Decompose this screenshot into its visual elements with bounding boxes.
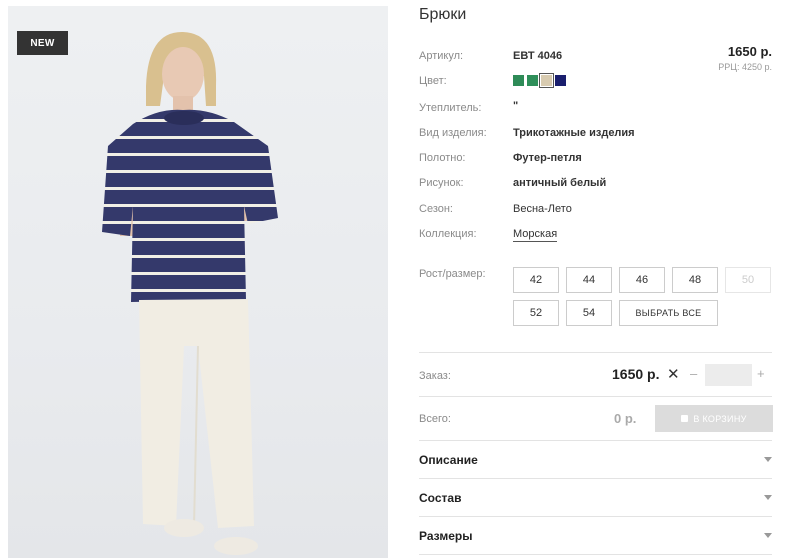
size-option-48[interactable]: 48 — [672, 267, 718, 293]
product-price: 1650 р. — [727, 44, 772, 59]
fabric-value: Футер-петля — [513, 152, 582, 164]
cart-icon — [681, 415, 689, 422]
total-value: 0 р. — [614, 411, 637, 426]
pattern-value: античный белый — [513, 177, 607, 189]
accordion-sizes[interactable]: Размеры — [419, 529, 472, 543]
new-badge: NEW — [17, 31, 68, 55]
color-swatch-green[interactable] — [513, 75, 524, 86]
color-swatch-navy[interactable] — [555, 75, 566, 86]
multiply-icon: ✕ — [667, 366, 680, 383]
article-label: Артикул: — [419, 50, 464, 62]
chevron-down-icon[interactable] — [764, 457, 772, 462]
total-label: Всего: — [419, 413, 451, 425]
select-all-sizes-button[interactable]: ВЫБРАТЬ ВСЕ — [619, 300, 718, 326]
insulation-value: " — [513, 100, 519, 112]
decrease-quantity-button[interactable]: – — [690, 366, 697, 381]
product-model-illustration — [102, 31, 278, 555]
product-type-label: Вид изделия: — [419, 127, 487, 139]
size-option-54[interactable]: 54 — [566, 300, 612, 326]
article-value: ЕВТ 4046 — [513, 50, 563, 62]
quantity-input[interactable] — [705, 364, 752, 386]
accordion-composition[interactable]: Состав — [419, 491, 461, 505]
divider — [419, 554, 772, 555]
product-photo[interactable]: NEW — [8, 6, 388, 558]
product-title: Брюки — [419, 6, 467, 23]
divider — [419, 478, 772, 479]
divider — [419, 516, 772, 517]
add-to-cart-label: В КОРЗИНУ — [693, 413, 747, 424]
add-to-cart-button[interactable]: В КОРЗИНУ — [655, 405, 773, 432]
season-value: Весна-Лето — [513, 203, 572, 215]
divider — [419, 440, 772, 441]
divider — [419, 352, 772, 353]
fabric-label: Полотно: — [419, 152, 466, 164]
increase-quantity-button[interactable]: + — [757, 366, 765, 381]
size-option-42[interactable]: 42 — [513, 267, 559, 293]
insulation-label: Утеплитель: — [419, 102, 482, 114]
order-unit-price: 1650 р. — [612, 366, 660, 382]
color-swatches — [513, 73, 566, 88]
size-option-52[interactable]: 52 — [513, 300, 559, 326]
accordion-description[interactable]: Описание — [419, 453, 478, 467]
size-option-46[interactable]: 46 — [619, 267, 665, 293]
color-swatch-beige[interactable] — [539, 73, 554, 88]
color-swatch-green-2[interactable] — [527, 75, 538, 86]
pattern-label: Рисунок: — [419, 177, 464, 189]
product-type-value: Трикотажные изделия — [513, 127, 635, 139]
size-option-50: 50 — [725, 267, 771, 293]
color-label: Цвет: — [419, 75, 447, 87]
chevron-down-icon[interactable] — [764, 495, 772, 500]
size-option-44[interactable]: 44 — [566, 267, 612, 293]
order-label: Заказ: — [419, 370, 451, 382]
collection-label: Коллекция: — [419, 228, 477, 240]
season-label: Сезон: — [419, 203, 453, 215]
recommended-retail-price: РРЦ: 4250 р. — [718, 62, 772, 72]
size-label: Рост/размер: — [419, 268, 486, 280]
collection-link[interactable]: Морская — [513, 228, 558, 242]
chevron-down-icon[interactable] — [764, 533, 772, 538]
divider — [419, 396, 772, 397]
